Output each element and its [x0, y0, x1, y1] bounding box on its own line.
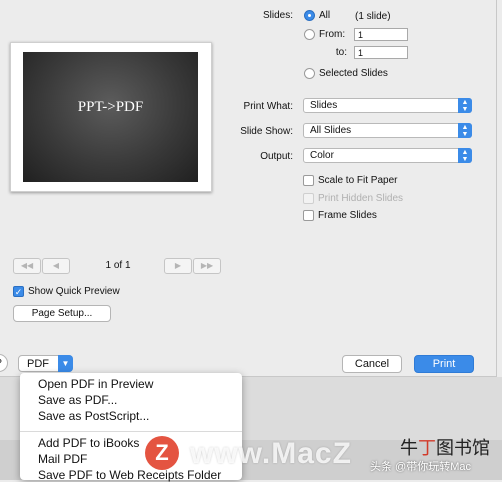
updown-arrow-icon: ▲ ▼ — [458, 98, 472, 113]
to-label: to: — [335, 47, 347, 58]
output-select[interactable]: Color ▲ ▼ — [303, 148, 472, 163]
show-quick-preview-checkbox[interactable]: ✓ — [13, 286, 24, 297]
slides-label: Slides: — [262, 10, 293, 21]
menu-item-save-as-postscript[interactable]: Save as PostScript... — [38, 409, 149, 423]
frame-slides-label: Frame Slides — [318, 210, 377, 221]
slide-thumbnail: PPT->PDF — [23, 52, 198, 182]
print-hidden-slides-checkbox — [303, 193, 314, 204]
first-page-button[interactable]: ◀◀ — [13, 258, 41, 274]
brand-part-3: 图书馆 — [436, 438, 490, 458]
slide-count: (1 slide) — [355, 11, 391, 22]
slides-all-radio[interactable] — [304, 10, 315, 21]
menu-separator — [20, 431, 242, 432]
updown-arrow-icon: ▲ ▼ — [458, 123, 472, 138]
menu-item-add-pdf-to-ibooks[interactable]: Add PDF to iBooks — [38, 436, 139, 450]
slides-all-label: All — [319, 10, 331, 21]
slide-show-label: Slide Show: — [240, 126, 293, 137]
selected-slides-label: Selected Slides — [319, 68, 388, 79]
menu-item-save-as-pdf[interactable]: Save as PDF... — [38, 393, 117, 407]
print-what-select[interactable]: Slides ▲ ▼ — [303, 98, 472, 113]
slides-from-radio[interactable] — [304, 29, 315, 40]
help-button[interactable]: ? — [0, 354, 8, 372]
output-label: Output: — [260, 151, 293, 162]
menu-item-open-pdf-in-preview[interactable]: Open PDF in Preview — [38, 377, 153, 391]
watermark-site: www.MacZ — [190, 437, 352, 470]
print-dialog: PPT->PDF ◀◀ ◀ 1 of 1 ▶ ▶▶ ✓ Show Quick P… — [0, 0, 497, 377]
selected-slides-radio[interactable] — [304, 68, 315, 79]
scale-to-fit-label: Scale to Fit Paper — [318, 175, 398, 186]
pdf-menu-button[interactable]: PDF ▼ — [18, 355, 73, 372]
brand-part-1: 牛 — [400, 438, 418, 458]
show-quick-preview-label: Show Quick Preview — [28, 286, 120, 297]
to-field[interactable]: 1 — [354, 46, 408, 59]
print-what-label: Print What: — [243, 101, 293, 112]
scale-to-fit-checkbox[interactable] — [303, 175, 314, 186]
print-button[interactable]: Print — [414, 355, 474, 373]
pdf-label: PDF — [27, 358, 49, 370]
watermark-credit: 头条 @带你玩转Mac — [370, 461, 472, 473]
frame-slides-checkbox[interactable] — [303, 210, 314, 221]
print-what-value: Slides — [310, 100, 338, 111]
page-setup-button[interactable]: Page Setup... — [13, 305, 111, 322]
from-label: From: — [319, 29, 346, 40]
updown-arrow-icon: ▲ ▼ — [458, 148, 472, 163]
next-page-button[interactable]: ▶ — [164, 258, 192, 274]
slide-show-value: All Slides — [310, 125, 352, 136]
prev-page-button[interactable]: ◀ — [42, 258, 70, 274]
slide-show-select[interactable]: All Slides ▲ ▼ — [303, 123, 472, 138]
watermark-brand: 牛丁图书馆 — [400, 434, 490, 460]
from-field[interactable]: 1 — [354, 28, 408, 41]
page-counter: 1 of 1 — [105, 260, 131, 271]
last-page-button[interactable]: ▶▶ — [193, 258, 221, 274]
menu-item-mail-pdf[interactable]: Mail PDF — [38, 452, 87, 466]
brand-part-2: 丁 — [418, 438, 436, 458]
slide-preview: PPT->PDF — [10, 42, 212, 192]
watermark: Z www.MacZ 牛丁图书馆 头条 @带你玩转Mac — [145, 434, 502, 480]
print-hidden-slides-label: Print Hidden Slides — [318, 193, 404, 204]
chevron-down-icon: ▼ — [58, 355, 73, 372]
cancel-button[interactable]: Cancel — [342, 355, 402, 373]
slide-title: PPT->PDF — [77, 98, 144, 115]
watermark-logo: Z — [145, 436, 179, 470]
output-value: Color — [310, 150, 334, 161]
